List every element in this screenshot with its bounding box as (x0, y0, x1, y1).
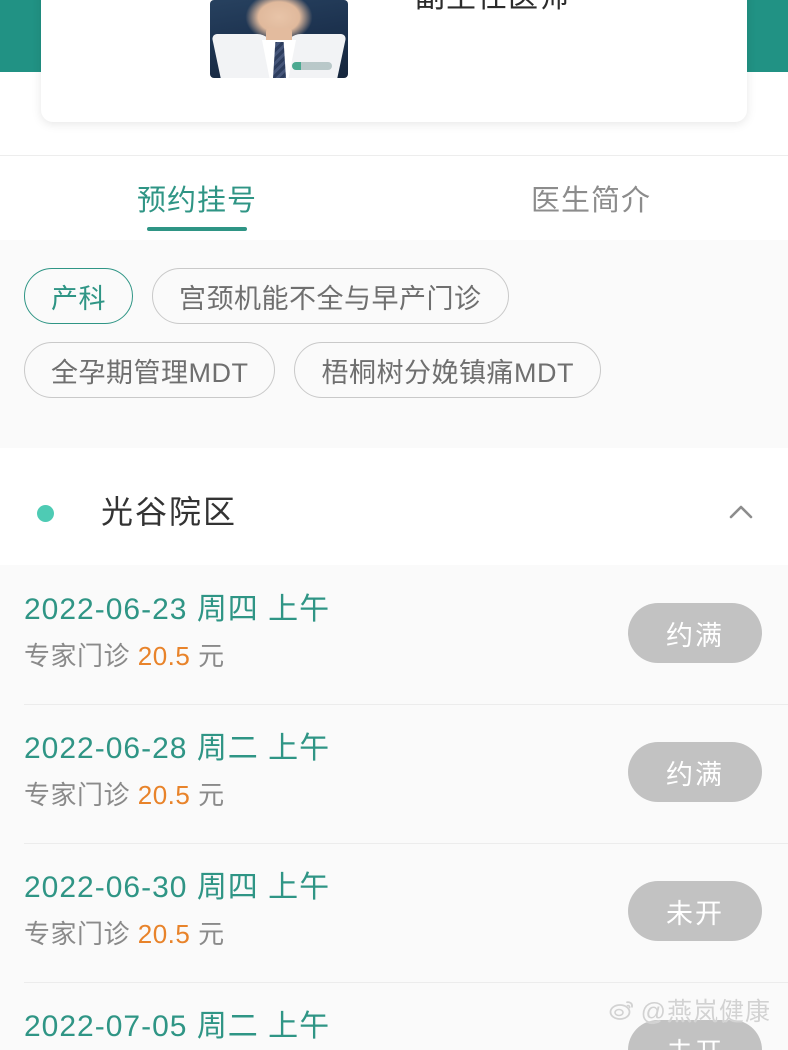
slot-period: 上午 (268, 593, 331, 626)
tab-appointment[interactable]: 预约挂号 (0, 156, 394, 240)
tab-doctor-profile-label: 医生简介 (530, 185, 651, 217)
appointment-screen: 副主任医师 预约挂号 医生简介 产科 宫颈机能不全与早产门诊 全孕期管理MDT … (0, 0, 788, 1050)
slot-clinic-type: 专家门诊 (24, 780, 131, 810)
chevron-up-icon[interactable] (724, 495, 758, 529)
slot-currency: 元 (198, 780, 225, 810)
slot-date: 2022-06-30 (24, 871, 188, 904)
schedule-row[interactable]: 2022-06-28 周二 上午 专家门诊 20.5 元 约满 (0, 704, 788, 843)
slot-date: 2022-06-28 (24, 732, 188, 765)
slot-price: 20.5 (137, 780, 191, 810)
slot-weekday: 周二 (196, 1010, 259, 1043)
tab-bar: 预约挂号 医生简介 (0, 156, 788, 240)
row-separator (24, 843, 788, 844)
schedule-row[interactable]: 2022-07-05 周二 上午 专家门诊 20.5 元 未开 (0, 982, 788, 1050)
slot-clinic-type: 专家门诊 (24, 919, 131, 949)
department-filter: 产科 宫颈机能不全与早产门诊 全孕期管理MDT 梧桐树分娩镇痛MDT (0, 240, 788, 448)
slot-currency: 元 (198, 641, 225, 671)
schedule-list: 2022-06-23 周四 上午 专家门诊 20.5 元 约满 2022-06-… (0, 565, 788, 1050)
slot-weekday: 周四 (196, 871, 259, 904)
schedule-row[interactable]: 2022-06-23 周四 上午 专家门诊 20.5 元 约满 (0, 565, 788, 704)
slot-clinic-type: 专家门诊 (24, 641, 131, 671)
slot-currency: 元 (198, 919, 225, 949)
slot-period: 上午 (268, 1010, 331, 1043)
doctor-portrait-icon (210, 0, 348, 78)
slot-price: 20.5 (137, 641, 191, 671)
department-chip-cervical-clinic[interactable]: 宫颈机能不全与早产门诊 (152, 268, 509, 324)
slot-date: 2022-06-23 (24, 593, 188, 626)
slot-status-button[interactable]: 未开 (628, 1020, 762, 1050)
campus-name: 光谷院区 (101, 494, 238, 530)
slot-price: 20.5 (137, 919, 191, 949)
department-row-2: 全孕期管理MDT 梧桐树分娩镇痛MDT (24, 342, 764, 398)
tab-appointment-label: 预约挂号 (136, 185, 257, 217)
row-separator (24, 982, 788, 983)
department-chip-analgesia-mdt[interactable]: 梧桐树分娩镇痛MDT (294, 342, 601, 398)
department-row-1: 产科 宫颈机能不全与早产门诊 (24, 268, 764, 324)
slot-weekday: 周二 (196, 732, 259, 765)
slot-date: 2022-07-05 (24, 1010, 188, 1043)
slot-status-button[interactable]: 未开 (628, 881, 762, 941)
slot-period: 上午 (268, 732, 331, 765)
schedule-row[interactable]: 2022-06-30 周四 上午 专家门诊 20.5 元 未开 (0, 843, 788, 982)
status-dot-icon (37, 505, 54, 522)
doctor-card[interactable]: 副主任医师 (41, 0, 747, 122)
slot-status-button[interactable]: 约满 (628, 742, 762, 802)
slot-status-button[interactable]: 约满 (628, 603, 762, 663)
doctor-title: 副主任医师 (415, 0, 570, 18)
department-chip-pregnancy-mdt[interactable]: 全孕期管理MDT (24, 342, 276, 398)
tab-active-indicator (147, 227, 247, 231)
tab-doctor-profile[interactable]: 医生简介 (394, 156, 788, 240)
row-separator (24, 704, 788, 705)
slot-period: 上午 (268, 871, 331, 904)
slot-weekday: 周四 (196, 593, 259, 626)
department-chip-obstetrics[interactable]: 产科 (24, 268, 133, 324)
